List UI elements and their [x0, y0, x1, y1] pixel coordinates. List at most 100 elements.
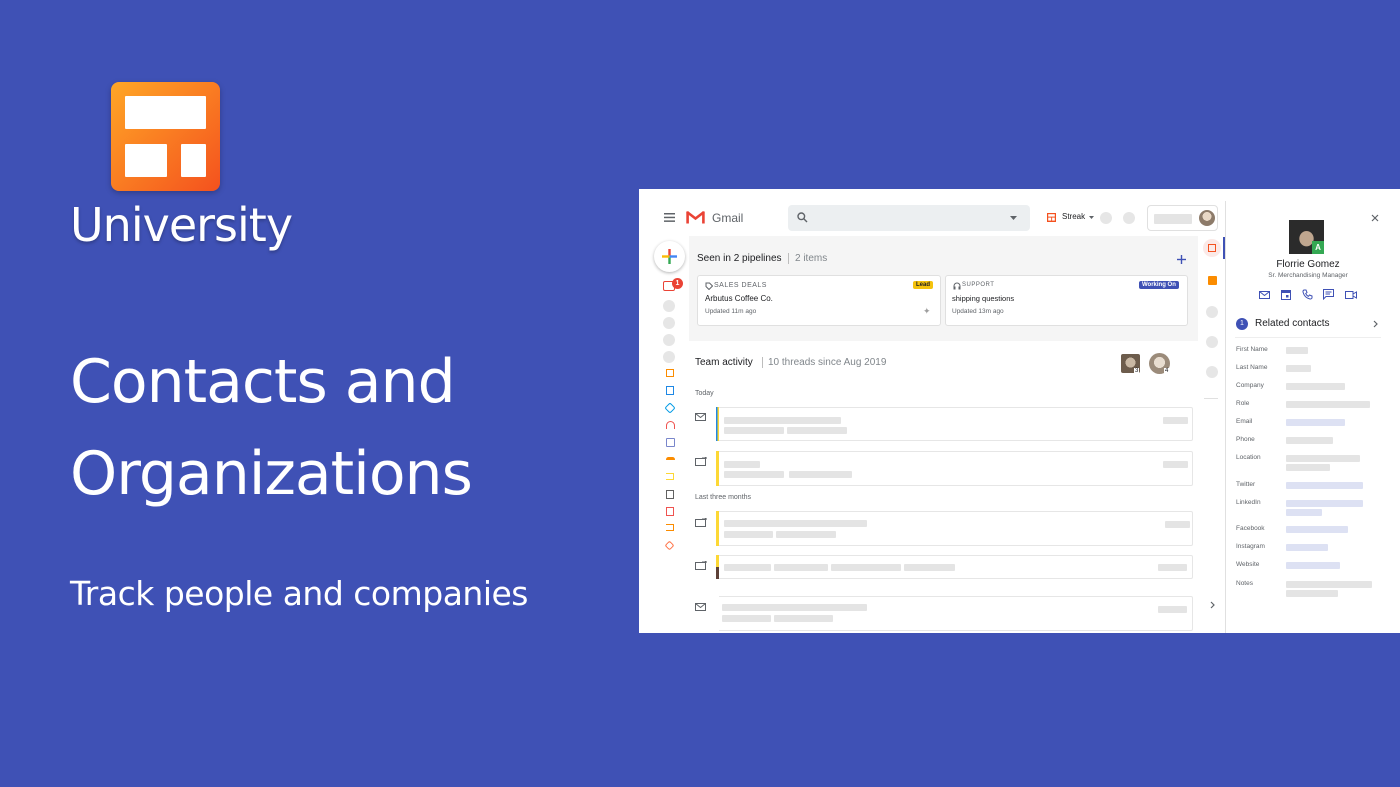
document-icon[interactable]: [666, 386, 674, 395]
box-name: shipping questions: [952, 294, 1015, 303]
contact-field-label: Company: [1236, 382, 1264, 389]
stage-badge: Working On: [1139, 281, 1179, 289]
menu-icon[interactable]: [664, 213, 675, 222]
avatar-count: 3: [1134, 368, 1140, 374]
tag-icon[interactable]: [664, 402, 676, 414]
contact-field-label: Facebook: [1236, 525, 1265, 532]
contact-field-value[interactable]: [1286, 509, 1322, 516]
contact-field-value[interactable]: [1286, 437, 1333, 444]
sidebar-placeholder-icon[interactable]: [1206, 336, 1218, 348]
gmail-screenshot: Gmail Streak 1 Seen in 2 pipelines 2 ite…: [639, 189, 1400, 633]
compose-plus-icon: [662, 249, 677, 264]
list-icon[interactable]: [666, 490, 674, 499]
nav-placeholder-icon[interactable]: [663, 317, 675, 329]
tag-icon: [705, 282, 713, 290]
stage-badge: Lead: [913, 281, 934, 289]
box-card[interactable]: SALES DEALS Lead Arbutus Coffee Co. Upda…: [697, 275, 941, 326]
plus-icon[interactable]: [1177, 255, 1186, 264]
close-icon[interactable]: [1371, 214, 1379, 222]
sidebar-placeholder-icon[interactable]: [1206, 366, 1218, 378]
chevron-right-icon: [1373, 320, 1378, 328]
account-switcher[interactable]: [1147, 205, 1218, 231]
contact-name: Florrie Gomez: [1276, 259, 1340, 270]
contact-field-label: Notes: [1236, 580, 1253, 587]
contact-field-value[interactable]: [1286, 544, 1328, 551]
box-card[interactable]: SUPPORT Working On shipping questions Up…: [945, 275, 1188, 326]
contact-field-value[interactable]: [1286, 590, 1338, 597]
chevron-down-icon[interactable]: [1010, 216, 1017, 220]
list-icon[interactable]: [666, 507, 674, 516]
contact-field-label: Twitter: [1236, 481, 1256, 488]
calendar-icon[interactable]: [1281, 289, 1291, 300]
title-line-2: Organizations: [70, 439, 473, 509]
contact-field-value[interactable]: [1286, 482, 1363, 489]
people-icon[interactable]: [666, 457, 675, 462]
contact-field-value[interactable]: [1286, 562, 1340, 569]
tag-icon[interactable]: [664, 540, 675, 551]
thread-item[interactable]: [716, 555, 1193, 579]
contact-field-value[interactable]: [1286, 500, 1363, 507]
chat-icon[interactable]: [1323, 289, 1334, 300]
contact-field-value[interactable]: [1286, 455, 1360, 462]
toolbar-placeholder-icon[interactable]: [1123, 212, 1135, 224]
pipelines-title: Seen in 2 pipelines: [697, 253, 782, 264]
box-name: Arbutus Coffee Co.: [705, 294, 773, 303]
sparkle-icon: ✦: [923, 306, 931, 316]
thread-item[interactable]: [716, 596, 1193, 631]
contact-field-label: LinkedIn: [1236, 499, 1261, 506]
avatar: [1199, 210, 1215, 226]
nav-placeholder-icon[interactable]: [663, 351, 675, 363]
thread-item[interactable]: [716, 451, 1193, 486]
nav-placeholder-icon[interactable]: [663, 300, 675, 312]
streak-label: Streak: [1062, 212, 1086, 221]
streak-sidebar-button[interactable]: [1203, 239, 1221, 257]
video-icon[interactable]: [1345, 291, 1357, 299]
box-pipeline: SALES DEALS: [714, 282, 767, 289]
contact-field-value[interactable]: [1286, 383, 1345, 390]
contact-field-value[interactable]: [1286, 526, 1348, 533]
box-updated: Updated 13m ago: [952, 308, 1004, 315]
pipelines-icon[interactable]: [666, 369, 674, 377]
team-activity-title: Team activity: [695, 357, 753, 368]
nav-placeholder-icon[interactable]: [663, 334, 675, 346]
tasks-icon[interactable]: [1208, 276, 1217, 285]
phone-icon[interactable]: [1302, 289, 1313, 300]
search-icon: [797, 212, 808, 223]
contact-card-icon[interactable]: [666, 438, 675, 447]
thread-item[interactable]: [716, 511, 1193, 546]
compose-button[interactable]: [654, 241, 685, 272]
chevron-down-icon: [1089, 216, 1094, 219]
search-input[interactable]: [788, 205, 1030, 231]
contact-field-value[interactable]: [1286, 464, 1330, 471]
contact-field-value[interactable]: [1286, 347, 1308, 354]
contact-field-value[interactable]: [1286, 581, 1372, 588]
notification-badge: 1: [672, 278, 683, 289]
mail-forward-icon: [695, 457, 707, 466]
arrow-tag-icon[interactable]: [666, 473, 674, 480]
contact-field-value[interactable]: [1286, 401, 1370, 408]
pipelines-count: 2 items: [795, 253, 828, 264]
contact-role: Sr. Merchandising Manager: [1268, 272, 1348, 279]
mail-icon[interactable]: [1259, 291, 1270, 299]
chevron-right-icon[interactable]: [1210, 601, 1215, 609]
contact-field-label: Email: [1236, 418, 1253, 425]
team-activity-summary: 10 threads since Aug 2019: [768, 357, 887, 368]
arrow-tag-icon[interactable]: [666, 524, 674, 531]
related-contacts-row[interactable]: 1 Related contacts: [1235, 316, 1383, 332]
toolbar-placeholder-icon[interactable]: [1100, 212, 1112, 224]
thread-item[interactable]: [716, 407, 1193, 441]
contact-field-label: Location: [1236, 454, 1261, 461]
headset-icon[interactable]: [666, 421, 675, 429]
mail-icon: [695, 413, 706, 421]
contact-field-value[interactable]: [1286, 365, 1311, 372]
sidebar-placeholder-icon[interactable]: [1206, 306, 1218, 318]
streak-icon: [1047, 213, 1056, 222]
contact-field-label: Role: [1236, 400, 1250, 407]
mail-forward-icon: [695, 561, 707, 570]
box-pipeline: SUPPORT: [962, 282, 995, 288]
contact-field-label: Phone: [1236, 436, 1255, 443]
related-contacts-label: Related contacts: [1255, 318, 1330, 329]
contact-field-value[interactable]: [1286, 419, 1345, 426]
pipelines-panel: Seen in 2 pipelines 2 items SALES DEALS …: [689, 236, 1198, 341]
mail-forward-icon: [695, 518, 707, 527]
